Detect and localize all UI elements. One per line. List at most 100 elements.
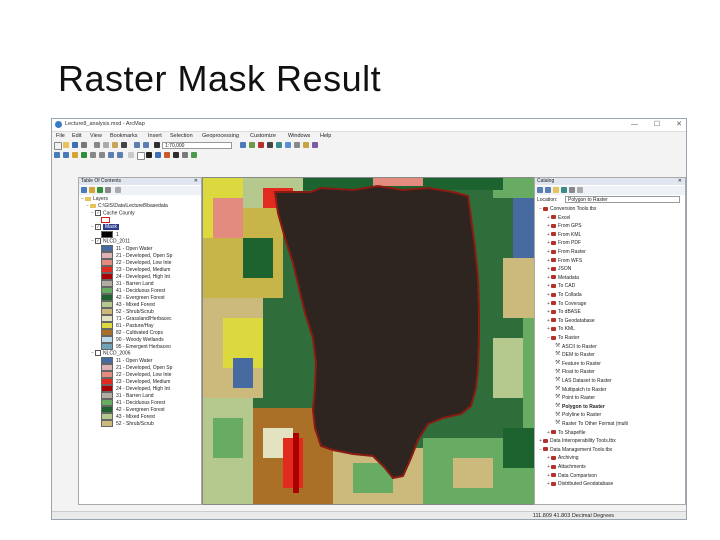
list-by-drawing-order-icon[interactable] [81,187,87,193]
identify-icon[interactable] [155,152,161,158]
back-extent-icon[interactable] [108,152,114,158]
catalog-toolset-item[interactable]: + To Shapefile [547,430,586,437]
toc-folder[interactable]: − C:\GIS\Data\Lecture8\basedata [86,203,168,210]
catalog-tool-item[interactable]: ⚒ Polyline to Raster [555,412,601,419]
toc-layer-nlcd-2011[interactable]: − ✓ NLCD_2011 [91,238,130,245]
full-extent-icon[interactable] [81,152,87,158]
catalog-tool-item[interactable]: ⚒ Multipatch to Raster [555,386,606,394]
new-map-icon[interactable] [54,142,62,150]
toolbar-extra-icon[interactable] [312,142,318,148]
modelbuilder-icon[interactable] [276,142,282,148]
measure-icon[interactable] [182,152,188,158]
catalog-connect-icon[interactable] [569,187,575,193]
catalog-toolbox-item[interactable]: − Data Management Tools.tbx [539,447,612,454]
catalog-tool-item[interactable]: ⚒ ASCII to Raster [555,343,597,351]
menu-view[interactable]: View [90,133,102,139]
catalog-views-icon[interactable] [577,187,583,193]
select-features-icon[interactable] [128,152,134,158]
toc-layer-nlcd-2006[interactable]: − NLCD_2006 [91,350,131,357]
layer-checkbox[interactable] [95,350,101,356]
catalog-toolset-item[interactable]: + Archiving [547,455,579,462]
catalog-toolset-item[interactable]: + To Collada [547,292,582,299]
catalog-toolset-item[interactable]: + To dBASE [547,309,581,316]
catalog-toolset-item[interactable]: + Attachments [547,464,586,471]
toc-layers-root[interactable]: − Layers [81,196,108,203]
map-scale-combo[interactable]: 1:70,000 [162,142,232,149]
layer-checkbox[interactable]: ✓ [95,224,101,230]
html-popup-icon[interactable] [173,152,179,158]
python-icon[interactable] [267,142,273,148]
search-icon[interactable] [294,142,300,148]
arctoolbox-icon[interactable] [258,142,264,148]
catalog-toolset-item[interactable]: + From PDF [547,240,581,247]
list-by-selection-icon[interactable] [105,187,111,193]
menu-selection[interactable]: Selection [170,133,193,139]
list-by-visibility-icon[interactable] [97,187,103,193]
catalog-toolset-item[interactable]: + To Coverage [547,301,586,308]
copy-icon[interactable] [103,142,109,148]
catalog-toolset-item[interactable]: − To Raster [547,335,579,342]
redo-icon[interactable] [143,142,149,148]
save-icon[interactable] [72,142,78,148]
catalog-toolset-item[interactable]: + JSON [547,266,571,273]
open-icon[interactable] [63,142,69,148]
zoom-out-icon[interactable] [63,152,69,158]
catalog-forward-icon[interactable] [545,187,551,193]
zoom-in-icon[interactable] [54,152,60,158]
menu-help[interactable]: Help [320,133,331,139]
catalog-tool-item[interactable]: ⚒ Feature to Raster [555,360,601,368]
toc-layer-mask[interactable]: − ✓ Mask [91,224,119,231]
print-icon[interactable] [81,142,87,148]
menu-file[interactable]: File [56,133,65,139]
catalog-tool-item[interactable]: ⚒ Point to Raster [555,394,595,402]
pan-icon[interactable] [72,152,78,158]
catalog-tool-item[interactable]: ⚒ Polygon to Raster [555,403,605,411]
catalog-toolset-item[interactable]: + To KML [547,326,575,333]
catalog-toolset-item[interactable]: + From Raster [547,249,586,256]
catalog-tool-item[interactable]: ⚒ Float to Raster [555,369,595,376]
list-by-source-icon[interactable] [89,187,95,193]
toc-close-icon[interactable]: ✕ [194,178,198,185]
toc-layer-cache-county[interactable]: − ✓ Cache County [91,210,135,217]
toc-options-icon[interactable] [115,187,121,193]
catalog-tool-item[interactable]: ⚒ DEM to Raster [555,351,595,359]
menu-insert[interactable]: Insert [148,133,162,139]
menu-windows[interactable]: Windows [288,133,310,139]
catalog-toolset-item[interactable]: + From KML [547,232,581,239]
catalog-tool-item[interactable]: ⚒ Raster To Other Format (multi [555,420,628,428]
maximize-icon[interactable]: ☐ [654,121,660,128]
fixed-zoom-in-icon[interactable] [90,152,96,158]
find-icon[interactable] [191,152,197,158]
catalog-toolset-item[interactable]: + Data Comparison [547,473,597,480]
layer-checkbox[interactable]: ✓ [95,210,101,216]
menu-edit[interactable]: Edit [72,133,81,139]
forward-extent-icon[interactable] [117,152,123,158]
delete-icon[interactable] [121,142,127,148]
catalog-toolset-item[interactable]: + To Geodatabase [547,318,595,325]
close-icon[interactable]: ✕ [676,121,682,128]
map-view[interactable] [202,177,553,505]
catalog-toolset-item[interactable]: + Excel [547,215,570,222]
table-of-contents-icon[interactable] [249,142,255,148]
add-data-icon[interactable] [154,142,160,148]
hyperlink-icon[interactable] [164,152,170,158]
catalog-toolbox-item[interactable]: − Conversion Tools.tbx [539,206,596,213]
menu-geoprocessing[interactable]: Geoprocessing [202,133,239,139]
catalog-toolset-item[interactable]: + To CAD [547,283,575,290]
catalog-toolset-item[interactable]: + From GPS [547,223,582,230]
catalog-toolbox-item[interactable]: + Data Interoperability Tools.tbx [539,438,616,445]
catalog-toolset-item[interactable]: + Distributed Geodatabase [547,481,613,488]
minimize-icon[interactable]: — [631,121,638,128]
catalog-icon[interactable] [285,142,291,148]
undo-icon[interactable] [134,142,140,148]
menu-customize[interactable]: Customize [250,133,276,139]
catalog-close-icon[interactable]: ✕ [678,178,682,185]
paste-icon[interactable] [112,142,118,148]
map-canvas[interactable] [203,178,553,505]
location-input[interactable]: Polygon to Raster [565,196,680,203]
catalog-toolset-item[interactable]: + From WFS [547,258,582,265]
catalog-toolset-item[interactable]: + Metadata [547,275,579,282]
editor-icon[interactable] [240,142,246,148]
select-elements-icon[interactable] [146,152,152,158]
help-icon[interactable] [303,142,309,148]
